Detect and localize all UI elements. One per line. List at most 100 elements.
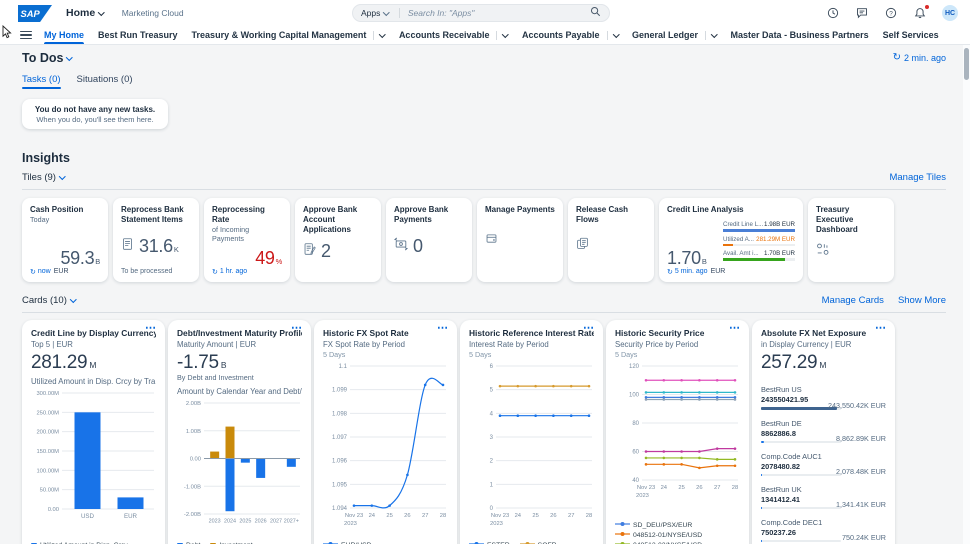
feedback-icon[interactable] [855,6,869,20]
tiles-row: Cash PositionToday59.3B↻nowEURReprocess … [22,198,946,282]
svg-text:27: 27 [714,485,720,491]
card-kpi-caption: By Debt and Investment [177,373,302,382]
tile-reprocessing-rate[interactable]: Reprocessing Rateof Incoming Payments49%… [204,198,290,282]
avatar[interactable]: HC [942,5,958,21]
tiles-filter[interactable]: Tiles (9) [22,172,64,183]
mouse-cursor [2,25,12,39]
search-scope-selector[interactable]: Apps [361,8,380,18]
svg-text:6: 6 [490,364,494,370]
svg-text:26: 26 [696,485,702,491]
notification-badge [924,4,930,10]
tile-manage-payments[interactable]: Manage Payments [477,198,563,282]
card-historic-fx-spot-rate[interactable]: ⋯Historic FX Spot RateFX Spot Rate by Pe… [314,320,457,544]
chevron-down-icon[interactable] [380,31,386,37]
scrollbar[interactable] [963,45,970,544]
notifications-icon[interactable] [913,6,927,20]
tile-footer [576,267,646,276]
tile-title: Cash Position [30,205,100,215]
chevron-down-icon [383,9,389,15]
tile-reprocess-bank-statement-items[interactable]: Reprocess Bank Statement Items31.6KTo be… [113,198,199,282]
card-menu-button[interactable]: ⋯ [729,321,741,334]
tile-approve-bank-payments[interactable]: Approve Bank Payments0 [386,198,472,282]
card-menu-button[interactable]: ⋯ [583,321,595,334]
menu-icon[interactable] [20,31,32,40]
tiles-filter-label: Tiles (9) [22,172,56,183]
svg-text:2: 2 [490,458,494,464]
card-menu-button[interactable]: ⋯ [875,321,887,334]
comparison-label: Credit Line L... [723,221,763,228]
card-credit-line-by-display-currency[interactable]: ⋯Credit Line by Display CurrencyTop 5 | … [22,320,165,544]
comparison-bar-track [723,258,795,261]
search-icon[interactable] [590,4,601,22]
svg-text:2026: 2026 [255,518,267,524]
nav-tab-my-home[interactable]: My Home [44,26,84,44]
tile-footer [485,267,555,276]
card-kpi-number: 281.29 [31,352,87,373]
card-menu-button[interactable]: ⋯ [145,321,157,334]
exposure-label: BestRun US [761,385,886,394]
refresh-button[interactable]: ↻ 2 min. ago [893,53,946,63]
tile-release-cash-flows[interactable]: Release Cash Flows [568,198,654,282]
card-absolute-fx-net-exposure[interactable]: ⋯Absolute FX Net Exposurein Display Curr… [752,320,895,544]
card-debt-investment-maturity-profile[interactable]: ⋯Debt/Investment Maturity ProfileMaturit… [168,320,311,544]
chevron-down-icon[interactable] [711,31,717,37]
tile-credit-line-analysis[interactable]: Credit Line Analysis1.70BCredit Line L..… [659,198,803,282]
manage-tiles-link[interactable]: Manage Tiles [889,172,946,183]
nav-tab-label: General Ledger [632,30,698,40]
refresh-label: 2 min. ago [904,53,946,63]
tile-treasury-executive-dashboard[interactable]: Treasury Executive Dashboard [808,198,894,282]
refresh-icon: ↻ [30,268,36,276]
card-chart: 2.00B1.00B0.00-1.00B-2.00B20232024202520… [177,398,302,531]
card-kpi-number: -1.75 [177,352,219,373]
card-historic-security-price[interactable]: ⋯Historic Security PriceSecurity Price b… [606,320,749,544]
tile-subtitle: Today [30,215,100,224]
show-more-link[interactable]: Show More [898,295,946,306]
comparison-label: Avail. Amt i... [723,250,759,257]
nav-tab-general-ledger[interactable]: General Ledger [632,26,717,44]
svg-text:24: 24 [661,485,668,491]
chevron-down-icon[interactable] [503,31,509,37]
svg-text:2023: 2023 [209,518,221,524]
cards-filter[interactable]: Cards (10) [22,295,75,306]
nav-tab-best-run-treasury[interactable]: Best Run Treasury [98,26,178,44]
card-chart: 6543210Nov 2324252627282023 [469,360,594,533]
svg-text:Nov 23: Nov 23 [345,513,363,519]
nav-tab-self-services[interactable]: Self Services [883,26,939,44]
card-menu-button[interactable]: ⋯ [291,321,303,334]
card-kpi-value: 257.29M [761,353,886,372]
exposure-display-value: 243,550.42K EUR [828,401,886,410]
svg-text:Nov 23: Nov 23 [637,485,655,491]
chevron-down-icon[interactable] [613,31,619,37]
comparison-row: Credit Line L...1.98B EUR [723,221,795,232]
tile-footer [303,267,373,276]
scrollbar-thumb[interactable] [964,48,969,80]
nav-tab-accounts-payable[interactable]: Accounts Payable [522,26,618,44]
chevron-down-icon[interactable] [67,54,73,60]
tile-footer: ↻nowEUR [30,267,100,276]
nav-tab-treasury-working-capital-management[interactable]: Treasury & Working Capital Management [192,26,385,44]
chevron-down-icon [59,173,65,179]
activities-icon[interactable] [826,6,840,20]
help-icon[interactable]: ? [884,6,898,20]
tile-cash-position[interactable]: Cash PositionToday59.3B↻nowEUR [22,198,108,282]
card-historic-reference-interest-rate[interactable]: ⋯Historic Reference Interest RateInteres… [460,320,603,544]
card-menu-button[interactable]: ⋯ [437,321,449,334]
sap-logo[interactable]: SAP [18,5,52,22]
home-menu-button[interactable]: Home [66,7,104,19]
bar-chart: 300.00M250.00M200.00M150.00M100.00M50.00… [31,388,156,522]
svg-text:28: 28 [440,513,446,519]
tile-title: Reprocessing Rate [212,205,282,225]
svg-text:1.099: 1.099 [332,387,348,393]
tile-approve-bank-account-applications[interactable]: Approve Bank Account Applications2 [295,198,381,282]
tile-kpi-unit: K [174,245,179,254]
manage-cards-link[interactable]: Manage Cards [822,295,884,306]
todos-tab-tasks-0[interactable]: Tasks (0) [22,74,61,89]
comparison-row: Utilized A...281.29M EUR [723,236,795,247]
todos-tab-situations-0[interactable]: Situations (0) [77,74,133,89]
svg-text:1: 1 [490,482,494,488]
shell-search[interactable]: Apps Search In: "Apps" [352,4,610,22]
tile-kpi-value: 2 [321,242,331,260]
nav-tab-accounts-receivable[interactable]: Accounts Receivable [399,26,508,44]
nav-tab-master-data-business-partners[interactable]: Master Data - Business Partners [731,26,869,44]
cards-section: Cards (10) Manage Cards Show More ⋯Credi… [22,295,946,544]
